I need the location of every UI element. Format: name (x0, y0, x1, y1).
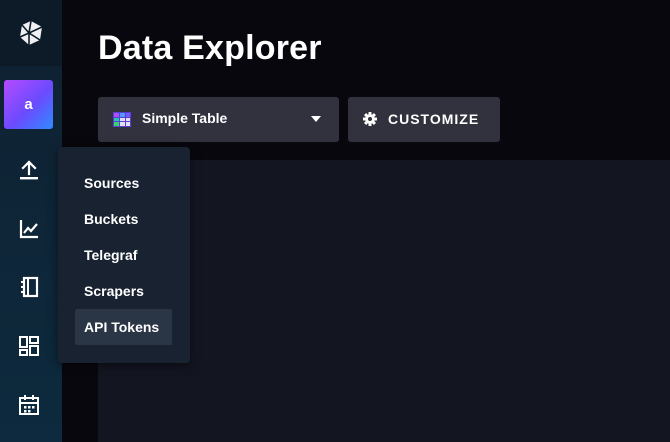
flyout-item-api-tokens[interactable]: API Tokens (75, 309, 172, 345)
customize-button[interactable]: CUSTOMIZE (348, 97, 500, 142)
flyout-item-scrapers[interactable]: Scrapers (75, 273, 172, 309)
nav-dashboards[interactable] (0, 328, 58, 364)
flyout-item-label: Buckets (84, 211, 139, 227)
flyout-item-label: Sources (84, 175, 140, 191)
flyout-item-label: Scrapers (84, 283, 144, 299)
avatar-letter: a (24, 96, 33, 113)
customize-label: CUSTOMIZE (388, 111, 480, 127)
calendar-icon (19, 395, 39, 415)
nav-tasks[interactable] (0, 387, 58, 423)
influx-cube-icon (19, 20, 43, 45)
upload-icon (20, 160, 38, 180)
gear-icon (363, 112, 377, 126)
sidebar: a (0, 0, 62, 442)
flyout-item-label: Telegraf (84, 247, 138, 263)
nav-load-data[interactable] (0, 152, 58, 188)
app-root: a Data Explorer Simple Table CUSTOMIZE S… (0, 0, 670, 442)
logo[interactable] (0, 0, 62, 66)
visualization-type-dropdown[interactable]: Simple Table (98, 97, 339, 142)
flyout-item-label: API Tokens (84, 319, 160, 335)
notebook-icon (21, 276, 39, 298)
graph-icon (19, 220, 38, 239)
flyout-item-sources[interactable]: Sources (75, 165, 172, 201)
simple-table-icon (113, 112, 131, 127)
nav-notebooks[interactable] (0, 269, 58, 305)
visualization-type-label: Simple Table (142, 110, 228, 126)
flyout-item-buckets[interactable]: Buckets (75, 201, 172, 237)
dashboard-icon (19, 336, 39, 356)
page-title: Data Explorer (98, 29, 322, 67)
caret-down-icon (311, 116, 321, 122)
avatar[interactable]: a (4, 80, 53, 129)
nav-data-explorer[interactable] (0, 211, 58, 247)
load-data-flyout-menu: Sources Buckets Telegraf Scrapers API To… (58, 147, 190, 363)
flyout-item-telegraf[interactable]: Telegraf (75, 237, 172, 273)
